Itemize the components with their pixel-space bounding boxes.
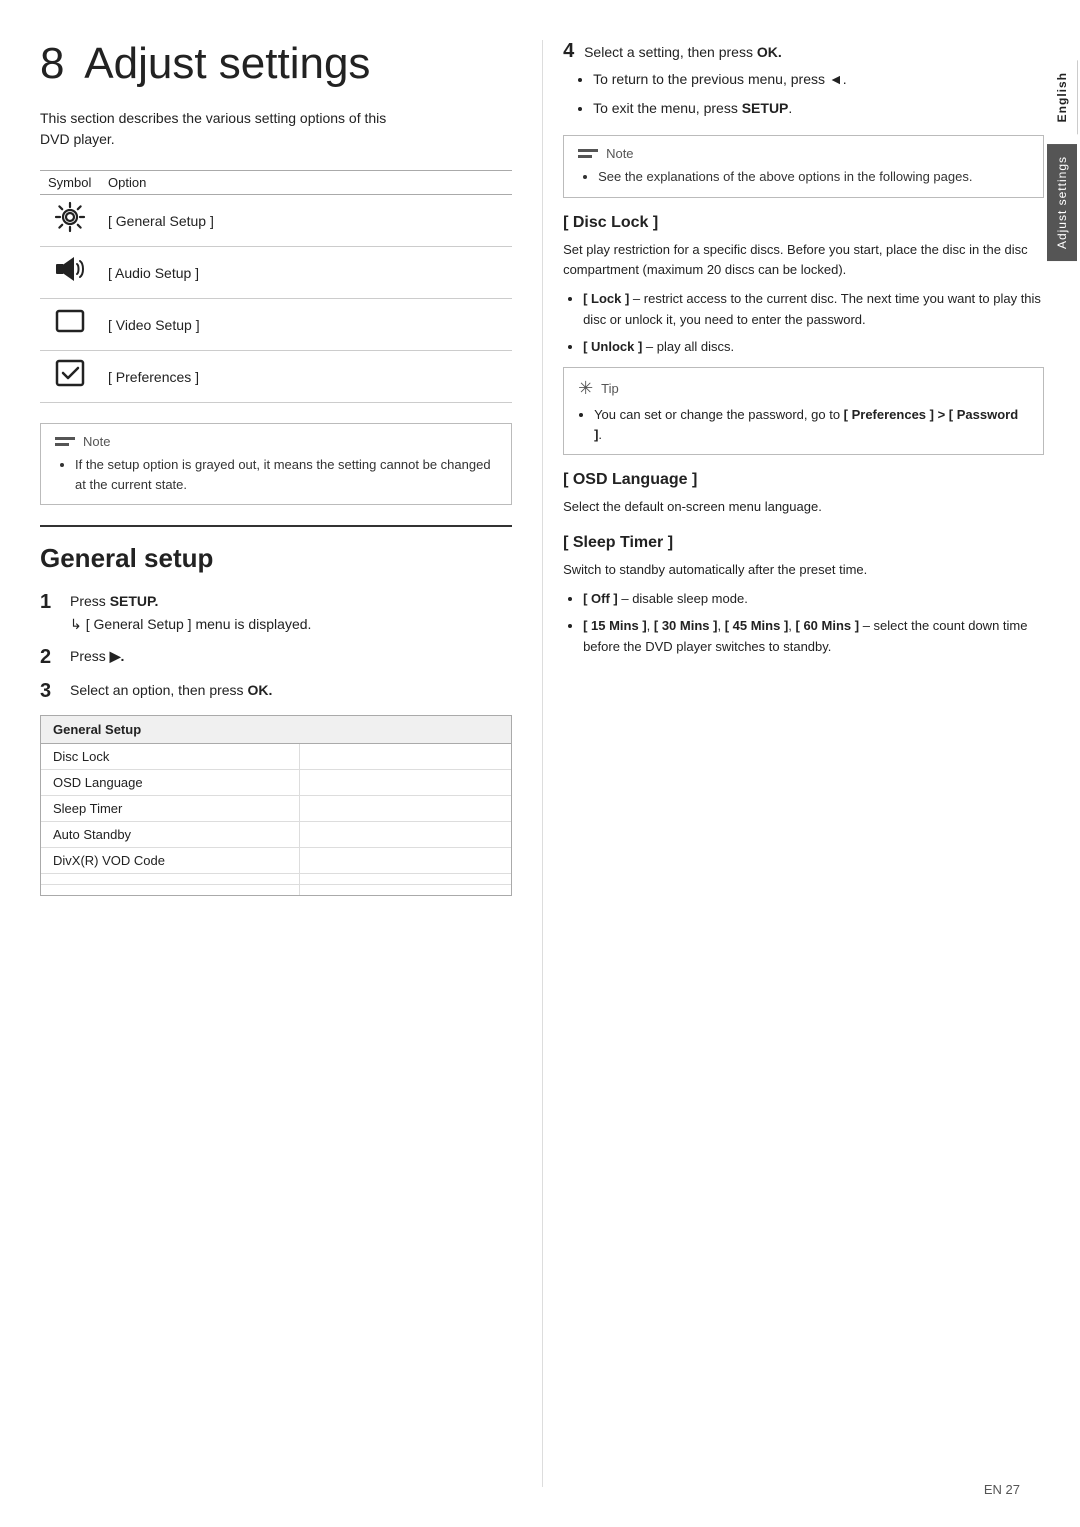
note-box-left: Note If the setup option is grayed out, … xyxy=(40,423,512,505)
sleep-timer-section: [ Sleep Timer ] Switch to standby automa… xyxy=(563,534,1044,657)
table-row: [ Preferences ] xyxy=(40,351,512,403)
symbol-audio xyxy=(40,247,100,299)
intro-text: This section describes the various setti… xyxy=(40,108,390,150)
symbol-option-table: Symbol Option [ Ge xyxy=(40,170,512,403)
sleep-timer-title: [ Sleep Timer ] xyxy=(563,534,1044,552)
sleep-timer-text: Switch to standby automatically after th… xyxy=(563,560,1044,581)
option-audio-setup: [ Audio Setup ] xyxy=(100,247,512,299)
tip-label: Tip xyxy=(601,381,619,396)
table-row: [ Audio Setup ] xyxy=(40,247,512,299)
step-1-number: 1 xyxy=(40,590,70,614)
step-1: 1 Press SETUP. ↳[ General Setup ] menu i… xyxy=(40,590,512,635)
general-setup-table: General Setup Disc Lock OSD Language Sle… xyxy=(40,715,512,896)
side-tab-english: English xyxy=(1047,60,1078,134)
step-4: 4 Select a setting, then press OK. To re… xyxy=(563,40,1044,119)
col-option: Option xyxy=(100,171,512,195)
left-column: 8 Adjust settings This section describes… xyxy=(40,40,542,1487)
option-preferences: [ Preferences ] xyxy=(100,351,512,403)
side-tab-adjust: Adjust settings xyxy=(1047,144,1077,261)
setup-table-header: General Setup xyxy=(41,716,511,744)
step-3-number: 3 xyxy=(40,679,70,703)
osd-language-text: Select the default on-screen menu langua… xyxy=(563,497,1044,518)
disc-lock-text: Set play restriction for a specific disc… xyxy=(563,240,1044,282)
step-2-number: 2 xyxy=(40,645,70,669)
row-sleep-timer: Sleep Timer xyxy=(41,796,300,821)
note-text-left: If the setup option is grayed out, it me… xyxy=(75,455,497,494)
chapter-heading: 8 Adjust settings xyxy=(40,40,512,88)
disc-lock-bullet-2: [ Unlock ] – play all discs. xyxy=(583,337,1044,358)
row-divx: DivX(R) VOD Code xyxy=(41,848,300,873)
section-divider xyxy=(40,525,512,527)
step-3-kbd: OK. xyxy=(247,682,272,698)
sleep-timer-bullet-2: [ 15 Mins ], [ 30 Mins ], [ 45 Mins ], [… xyxy=(583,616,1044,658)
right-column: 4 Select a setting, then press OK. To re… xyxy=(542,40,1044,1487)
table-row: Sleep Timer xyxy=(41,796,511,822)
col-symbol: Symbol xyxy=(40,171,100,195)
table-row: Auto Standby xyxy=(41,822,511,848)
table-row xyxy=(41,885,511,895)
step-4-text: Select a setting, then press xyxy=(584,44,753,60)
table-row: OSD Language xyxy=(41,770,511,796)
osd-language-title: [ OSD Language ] xyxy=(563,471,1044,489)
step-1-sub: [ General Setup ] menu is displayed. xyxy=(86,616,312,632)
disc-lock-title: [ Disc Lock ] xyxy=(563,214,1044,232)
table-row: DivX(R) VOD Code xyxy=(41,848,511,874)
table-row xyxy=(41,874,511,885)
step-1-content: Press SETUP. ↳[ General Setup ] menu is … xyxy=(70,590,311,635)
table-row: [ Video Setup ] xyxy=(40,299,512,351)
step-4-bullet-2: To exit the menu, press SETUP. xyxy=(593,98,1044,119)
step-2-kbd: ▶. xyxy=(110,648,125,664)
row-osd-language: OSD Language xyxy=(41,770,300,795)
step-4-bullet-1: To return to the previous menu, press ◄. xyxy=(593,69,1044,90)
row-auto-standby: Auto Standby xyxy=(41,822,300,847)
disc-lock-section: [ Disc Lock ] Set play restriction for a… xyxy=(563,214,1044,358)
step-4-number: 4 xyxy=(563,40,574,62)
note-box-right: Note See the explanations of the above o… xyxy=(563,135,1044,198)
step-1-kbd: SETUP. xyxy=(110,593,159,609)
row-disc-lock: Disc Lock xyxy=(41,744,300,769)
chapter-number: 8 xyxy=(40,39,64,88)
step-2: 2 Press ▶. xyxy=(40,645,512,669)
step-2-text: Press xyxy=(70,648,106,664)
chapter-title: Adjust settings xyxy=(84,39,370,88)
tip-icon: ✳ xyxy=(578,378,593,399)
step-3-content: Select an option, then press OK. xyxy=(70,679,272,701)
step-3: 3 Select an option, then press OK. xyxy=(40,679,512,703)
general-setup-heading: General setup xyxy=(40,543,512,574)
note-text-right: See the explanations of the above option… xyxy=(598,167,1029,187)
step-1-text: Press xyxy=(70,593,106,609)
page-number: EN 27 xyxy=(984,1482,1020,1497)
side-tabs: English Adjust settings xyxy=(1044,0,1080,1527)
symbol-gear xyxy=(40,195,100,247)
disc-lock-bullet-1: [ Lock ] – restrict access to the curren… xyxy=(583,289,1044,331)
note-label: Note xyxy=(83,434,110,449)
symbol-preferences xyxy=(40,351,100,403)
note-icon-right xyxy=(578,149,598,158)
osd-language-section: [ OSD Language ] Select the default on-s… xyxy=(563,471,1044,518)
step-4-kbd: OK. xyxy=(757,44,782,60)
tip-text: You can set or change the password, go t… xyxy=(594,405,1029,444)
option-video-setup: [ Video Setup ] xyxy=(100,299,512,351)
table-row: [ General Setup ] xyxy=(40,195,512,247)
step-3-text: Select an option, then press xyxy=(70,682,244,698)
step-2-content: Press ▶. xyxy=(70,645,124,667)
table-row: Disc Lock xyxy=(41,744,511,770)
note-icon xyxy=(55,437,75,446)
sleep-timer-bullet-1: [ Off ] – disable sleep mode. xyxy=(583,589,1044,610)
symbol-video xyxy=(40,299,100,351)
tip-box: ✳ Tip You can set or change the password… xyxy=(563,367,1044,455)
option-general-setup: [ General Setup ] xyxy=(100,195,512,247)
note-label-right: Note xyxy=(606,146,633,161)
